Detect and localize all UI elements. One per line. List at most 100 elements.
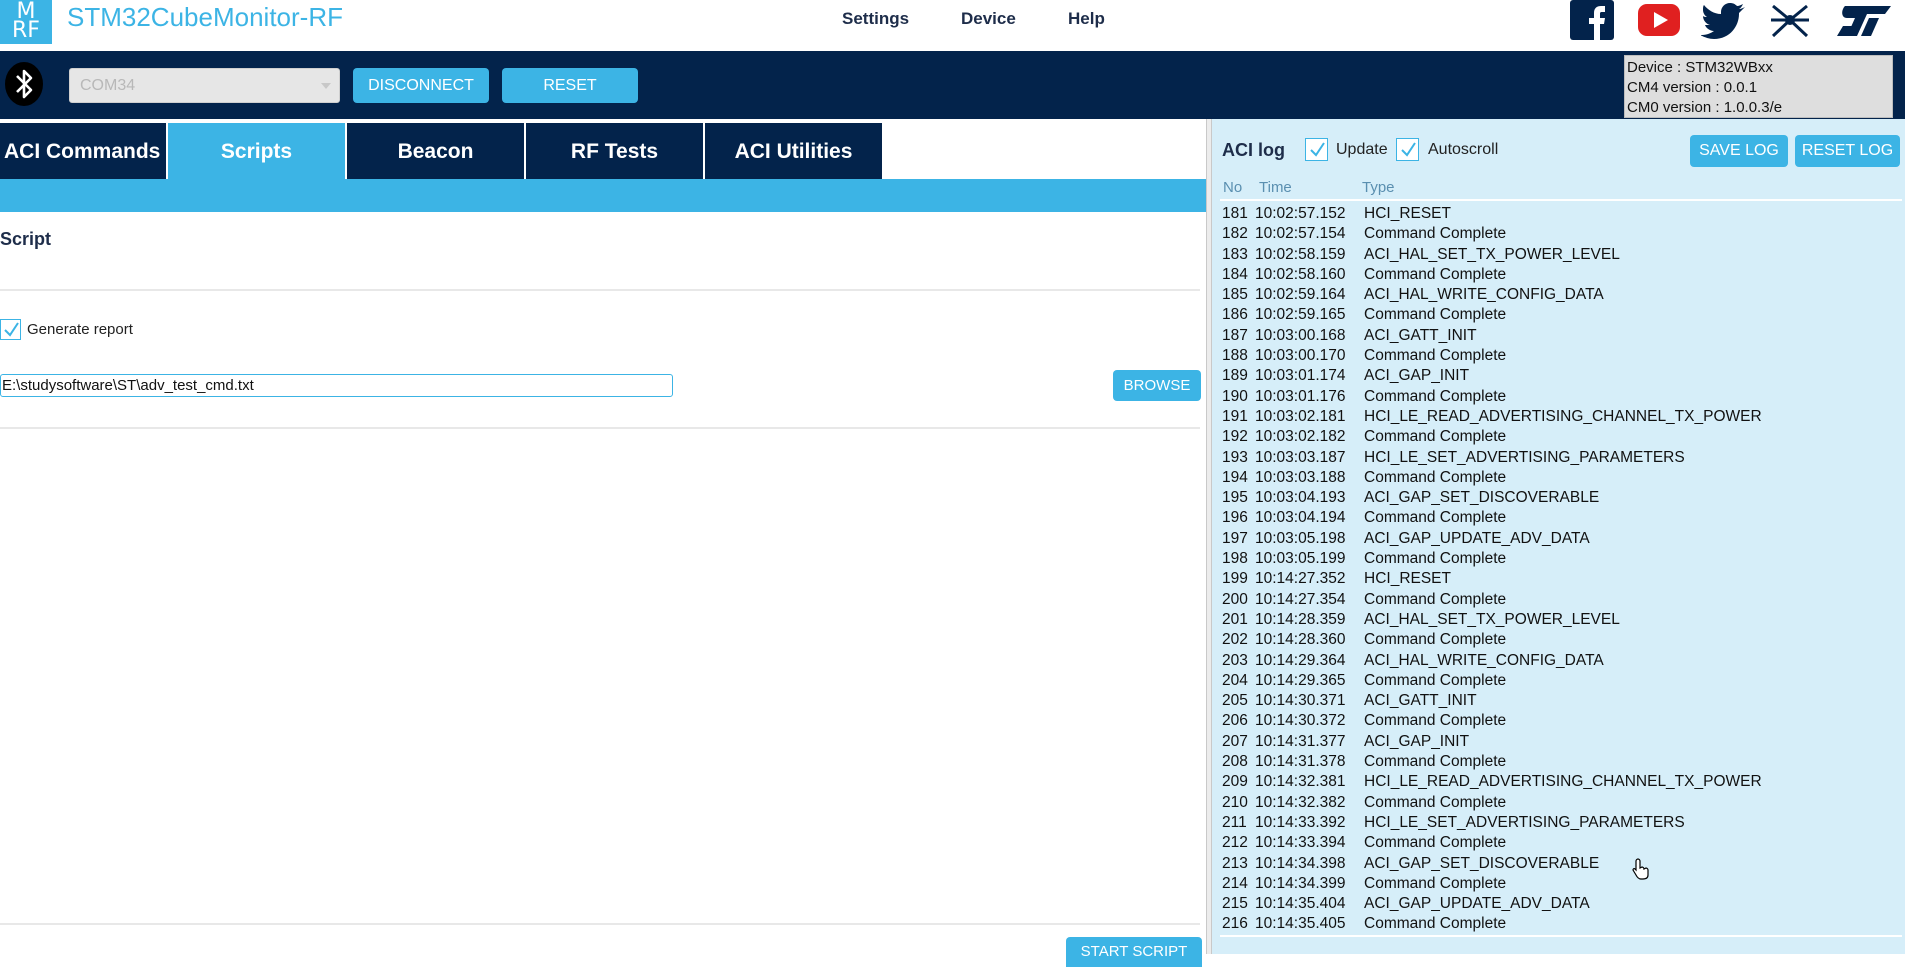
log-row[interactable]: 194 10:03:03.188 Command Complete bbox=[1222, 468, 1902, 488]
log-cell-type: ACI_GAP_SET_DISCOVERABLE bbox=[1364, 489, 1600, 507]
log-table[interactable]: 181 10:02:57.152 HCI_RESET 182 10:02:57.154 C… bbox=[1222, 204, 1902, 935]
log-row[interactable]: 202 10:14:28.360 Command Complete bbox=[1222, 630, 1902, 650]
browse-button[interactable]: BROWSE bbox=[1113, 370, 1201, 401]
log-cell-no: 192 bbox=[1222, 428, 1248, 446]
log-cell-type: ACI_HAL_SET_TX_POWER_LEVEL bbox=[1364, 610, 1620, 628]
section-title: Script bbox=[0, 229, 52, 249]
checkmark-icon bbox=[1401, 142, 1416, 157]
log-cell-time: 10:14:34.398 bbox=[1255, 854, 1346, 872]
log-row[interactable]: 181 10:02:57.152 HCI_RESET bbox=[1222, 204, 1902, 224]
twitter-icon[interactable] bbox=[1701, 0, 1747, 40]
log-cell-no: 195 bbox=[1222, 489, 1248, 507]
log-row[interactable]: 191 10:03:02.181 HCI_LE_READ_ADVERTISING_C… bbox=[1222, 407, 1902, 427]
log-row[interactable]: 199 10:14:27.352 HCI_RESET bbox=[1222, 569, 1902, 589]
st-community-icon[interactable] bbox=[1767, 0, 1813, 40]
log-cell-no: 182 bbox=[1222, 225, 1248, 243]
log-cell-no: 194 bbox=[1222, 468, 1248, 486]
log-row[interactable]: 184 10:02:58.160 Command Complete bbox=[1222, 265, 1902, 285]
log-row[interactable]: 183 10:02:58.159 ACI_HAL_SET_TX_POWER_LEVE… bbox=[1222, 245, 1902, 265]
log-row[interactable]: 216 10:14:35.405 Command Complete bbox=[1222, 914, 1902, 934]
log-cell-time: 10:03:05.199 bbox=[1255, 550, 1346, 568]
log-row[interactable]: 195 10:03:04.193 ACI_GAP_SET_DISCOVERABLE bbox=[1222, 488, 1902, 508]
log-cell-type: HCI_LE_READ_ADVERTISING_CHANNEL_TX_POWER bbox=[1364, 407, 1762, 425]
log-row[interactable]: 209 10:14:32.381 HCI_LE_READ_ADVERTISING_C… bbox=[1222, 772, 1902, 792]
log-row[interactable]: 207 10:14:31.377 ACI_GAP_INIT bbox=[1222, 732, 1902, 752]
log-row[interactable]: 188 10:03:00.170 Command Complete bbox=[1222, 346, 1902, 366]
log-cell-time: 10:02:59.165 bbox=[1255, 306, 1346, 324]
device-info-box: Device : STM32WBxx CM4 version : 0.0.1 C… bbox=[1624, 55, 1893, 118]
start-script-button[interactable]: START SCRIPT bbox=[1066, 937, 1202, 967]
log-row[interactable]: 185 10:02:59.164 ACI_HAL_WRITE_CONFIG_DATA bbox=[1222, 285, 1902, 305]
autoscroll-checkbox[interactable] bbox=[1396, 138, 1419, 161]
menu-help[interactable]: Help bbox=[1068, 9, 1105, 29]
log-cell-type: Command Complete bbox=[1364, 631, 1507, 649]
log-cell-no: 189 bbox=[1222, 367, 1248, 385]
log-row[interactable]: 208 10:14:31.378 Command Complete bbox=[1222, 752, 1902, 772]
tab-aci-utilities[interactable]: ACI Utilities bbox=[705, 123, 882, 179]
log-cell-time: 10:14:34.399 bbox=[1255, 874, 1346, 892]
disconnect-button[interactable]: DISCONNECT bbox=[353, 68, 489, 103]
generate-report-checkbox[interactable] bbox=[0, 319, 21, 340]
script-path-field[interactable]: E:\studysoftware\ST\adv_test_cmd.txt bbox=[0, 374, 673, 397]
menu-settings[interactable]: Settings bbox=[842, 9, 909, 29]
log-cell-time: 10:14:29.364 bbox=[1255, 651, 1346, 669]
log-cell-time: 10:14:30.372 bbox=[1255, 712, 1346, 730]
reset-log-button[interactable]: RESET LOG bbox=[1795, 135, 1900, 167]
tab-rf-tests[interactable]: RF Tests bbox=[526, 123, 703, 179]
log-row[interactable]: 214 10:14:34.399 Command Complete bbox=[1222, 874, 1902, 894]
log-row[interactable]: 212 10:14:33.394 Command Complete bbox=[1222, 833, 1902, 853]
com-port-select[interactable]: COM34 bbox=[69, 68, 340, 103]
save-log-button[interactable]: SAVE LOG bbox=[1690, 135, 1788, 167]
log-row[interactable]: 203 10:14:29.364 ACI_HAL_WRITE_CONFIG_DATA bbox=[1222, 651, 1902, 671]
log-cell-time: 10:02:57.152 bbox=[1255, 205, 1346, 222]
log-row[interactable]: 187 10:03:00.168 ACI_GATT_INIT bbox=[1222, 326, 1902, 346]
log-cell-time: 10:14:30.371 bbox=[1255, 692, 1346, 710]
log-cell-type: HCI_LE_SET_ADVERTISING_PARAMETERS bbox=[1364, 813, 1685, 831]
log-row[interactable]: 201 10:14:28.359 ACI_HAL_SET_TX_POWER_LEVE… bbox=[1222, 610, 1902, 630]
facebook-icon[interactable] bbox=[1570, 0, 1614, 40]
log-cell-type: Command Complete bbox=[1364, 712, 1507, 730]
app-logo: M RF bbox=[0, 0, 52, 44]
log-row[interactable]: 210 10:14:32.382 Command Complete bbox=[1222, 793, 1902, 813]
log-row[interactable]: 186 10:02:59.165 Command Complete bbox=[1222, 305, 1902, 325]
menu-device[interactable]: Device bbox=[961, 9, 1016, 29]
tab-scripts[interactable]: Scripts bbox=[168, 123, 345, 179]
st-logo-icon[interactable] bbox=[1833, 0, 1893, 40]
autoscroll-label: Autoscroll bbox=[1428, 141, 1499, 158]
device-info-line: CM4 version : 0.0.1 bbox=[1627, 79, 1758, 96]
reset-button[interactable]: RESET bbox=[502, 68, 638, 103]
log-row[interactable]: 197 10:03:05.198 ACI_GAP_UPDATE_ADV_DATA bbox=[1222, 529, 1902, 549]
log-row[interactable]: 193 10:03:03.187 HCI_LE_SET_ADVERTISING_PA… bbox=[1222, 448, 1902, 468]
log-row[interactable]: 189 10:03:01.174 ACI_GAP_INIT bbox=[1222, 366, 1902, 386]
log-cell-type: Command Complete bbox=[1364, 306, 1507, 324]
log-cell-type: ACI_HAL_WRITE_CONFIG_DATA bbox=[1364, 286, 1604, 304]
update-checkbox[interactable] bbox=[1305, 138, 1328, 161]
log-row[interactable]: 204 10:14:29.365 Command Complete bbox=[1222, 671, 1902, 691]
log-cell-time: 10:14:35.404 bbox=[1255, 895, 1346, 913]
log-cell-time: 10:14:33.392 bbox=[1255, 813, 1346, 831]
log-row[interactable]: 213 10:14:34.398 ACI_GAP_SET_DISCOVERABLE bbox=[1222, 854, 1902, 874]
log-row[interactable]: 190 10:03:01.176 Command Complete bbox=[1222, 387, 1902, 407]
log-row[interactable]: 206 10:14:30.372 Command Complete bbox=[1222, 711, 1902, 731]
tab-aci-commands[interactable]: ACI Commands bbox=[0, 123, 166, 179]
log-row[interactable]: 182 10:02:57.154 Command Complete bbox=[1222, 224, 1902, 244]
log-cell-no: 207 bbox=[1222, 732, 1248, 750]
log-cell-time: 10:03:03.188 bbox=[1255, 468, 1346, 486]
log-cell-no: 183 bbox=[1222, 245, 1248, 263]
log-row[interactable]: 192 10:03:02.182 Command Complete bbox=[1222, 427, 1902, 447]
log-row[interactable]: 211 10:14:33.392 HCI_LE_SET_ADVERTISING_PA… bbox=[1222, 813, 1902, 833]
log-cell-type: Command Complete bbox=[1364, 347, 1507, 365]
log-cell-no: 190 bbox=[1222, 387, 1248, 405]
tab-beacon[interactable]: Beacon bbox=[347, 123, 524, 179]
log-cell-no: 188 bbox=[1222, 347, 1248, 365]
log-cell-type: Command Complete bbox=[1364, 509, 1507, 527]
youtube-icon[interactable] bbox=[1636, 0, 1682, 40]
device-info-line: Device : STM32WBxx bbox=[1627, 59, 1773, 76]
log-row[interactable]: 215 10:14:35.404 ACI_GAP_UPDATE_ADV_DATA bbox=[1222, 894, 1902, 914]
log-row[interactable]: 196 10:03:04.194 Command Complete bbox=[1222, 508, 1902, 528]
log-row[interactable]: 198 10:03:05.199 Command Complete bbox=[1222, 549, 1902, 569]
log-cell-no: 201 bbox=[1222, 610, 1248, 628]
log-row[interactable]: 200 10:14:27.354 Command Complete bbox=[1222, 590, 1902, 610]
log-row[interactable]: 205 10:14:30.371 ACI_GATT_INIT bbox=[1222, 691, 1902, 711]
column-header-type: Type bbox=[1362, 179, 1395, 196]
